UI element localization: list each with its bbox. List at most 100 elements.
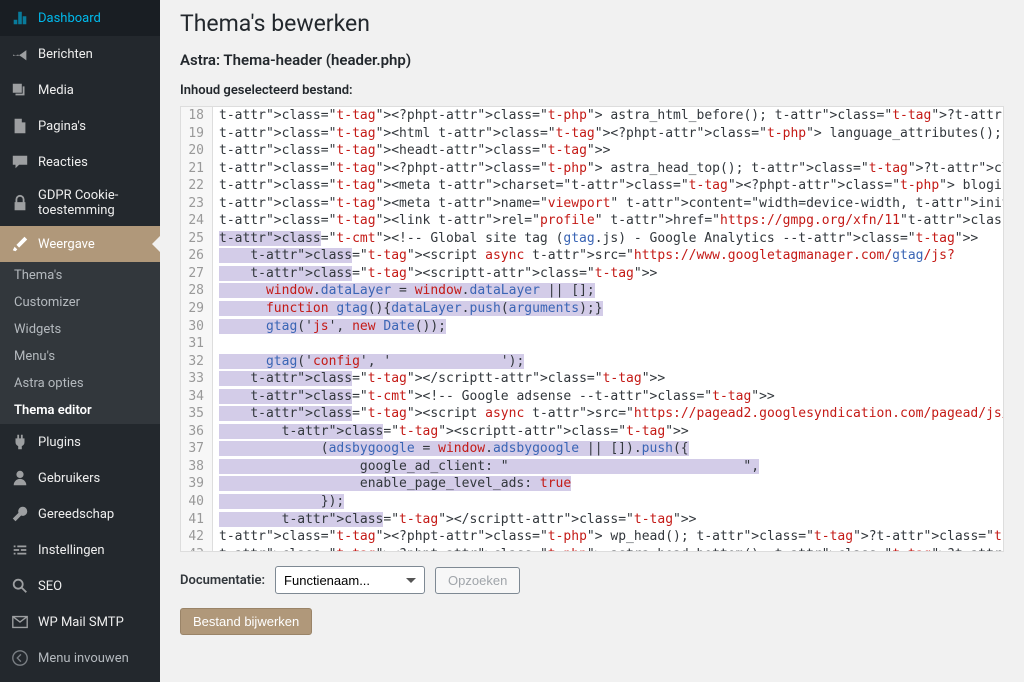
line-number: 20 <box>181 142 213 160</box>
code-content[interactable]: }); <box>213 493 1003 511</box>
code-content[interactable]: t-attr">class="t-tag"><meta t-attr">name… <box>213 195 1004 213</box>
menu-seo[interactable]: SEO <box>0 568 160 604</box>
code-line[interactable]: 31 <box>181 335 1003 353</box>
code-content[interactable]: t-attr">class="t-tag"></scriptt-attr">cl… <box>213 370 1003 388</box>
line-number: 32 <box>181 353 213 371</box>
code-editor[interactable]: 18t-attr">class="t-tag"><?phpt-attr">cla… <box>180 106 1004 552</box>
submenu-menu-s[interactable]: Menu's <box>0 343 160 370</box>
page-icon <box>10 116 30 136</box>
submenu-thema-editor[interactable]: Thema editor <box>0 397 160 424</box>
code-content[interactable]: t-attr">class="t-tag"><headt-attr">class… <box>213 142 1003 160</box>
code-content[interactable]: t-attr">class="t-tag"><script async t-at… <box>213 405 1004 423</box>
line-number: 22 <box>181 177 213 195</box>
line-number: 27 <box>181 265 213 283</box>
code-line[interactable]: 38 google_ad_client: " ", <box>181 458 1003 476</box>
menu-label: Dashboard <box>38 11 150 26</box>
main-content: Thema's bewerken Astra: Thema-header (he… <box>160 0 1024 682</box>
code-content[interactable]: function gtag(){dataLayer.push(arguments… <box>213 300 1003 318</box>
code-line[interactable]: 37 (adsbygoogle = window.adsbygoogle || … <box>181 440 1003 458</box>
menu-reacties[interactable]: Reacties <box>0 144 160 180</box>
code-line[interactable]: 33 t-attr">class="t-tag"></scriptt-attr"… <box>181 370 1003 388</box>
doc-label: Documentatie: <box>180 573 265 588</box>
code-line[interactable]: 29 function gtag(){dataLayer.push(argume… <box>181 300 1003 318</box>
update-file-button[interactable]: Bestand bijwerken <box>180 608 312 635</box>
code-content[interactable]: t-attr">class="t-cmt"><!-- Google adsens… <box>213 388 1003 406</box>
lookup-button[interactable]: Opzoeken <box>435 567 520 594</box>
code-content[interactable]: enable_page_level_ads: true <box>213 475 1003 493</box>
code-line[interactable]: 26 t-attr">class="t-tag"><script async t… <box>181 247 1003 265</box>
code-content[interactable]: t-attr">class="t-tag"><?phpt-attr">class… <box>213 160 1004 178</box>
code-line[interactable]: 30 gtag('js', new Date()); <box>181 318 1003 336</box>
submenu-astra-opties[interactable]: Astra opties <box>0 370 160 397</box>
code-line[interactable]: 28 window.dataLayer = window.dataLayer |… <box>181 282 1003 300</box>
code-line[interactable]: 22t-attr">class="t-tag"><meta t-attr">ch… <box>181 177 1003 195</box>
code-line[interactable]: 19t-attr">class="t-tag"><html t-attr">cl… <box>181 125 1003 143</box>
code-line[interactable]: 34 t-attr">class="t-cmt"><!-- Google ads… <box>181 388 1003 406</box>
line-number: 23 <box>181 195 213 213</box>
menu-pagina-s[interactable]: Pagina's <box>0 108 160 144</box>
submenu-widgets[interactable]: Widgets <box>0 316 160 343</box>
submenu-thema-s[interactable]: Thema's <box>0 262 160 289</box>
code-content[interactable]: (adsbygoogle = window.adsbygoogle || [])… <box>213 440 1003 458</box>
function-select[interactable]: Functienaam... <box>275 566 425 594</box>
user-icon <box>10 468 30 488</box>
code-content[interactable]: t-attr">class="t-tag"><?phpt-attr">class… <box>213 546 1004 552</box>
code-content[interactable] <box>213 335 1003 353</box>
code-content[interactable]: t-attr">class="t-tag"><?phpt-attr">class… <box>213 107 1004 125</box>
mail-icon <box>10 612 30 632</box>
menu-label: Berichten <box>38 47 150 62</box>
code-line[interactable]: 24t-attr">class="t-tag"><link t-attr">re… <box>181 212 1003 230</box>
code-line[interactable]: 41 t-attr">class="t-tag"></scriptt-attr"… <box>181 511 1003 529</box>
code-content[interactable]: gtag('config', ' '); <box>213 353 1003 371</box>
code-line[interactable]: 18t-attr">class="t-tag"><?phpt-attr">cla… <box>181 107 1003 125</box>
menu-weergave[interactable]: Weergave <box>0 226 160 262</box>
code-line[interactable]: 23t-attr">class="t-tag"><meta t-attr">na… <box>181 195 1003 213</box>
menu-gdpr-cookie-toestemming[interactable]: GDPR Cookie-toestemming <box>0 180 160 226</box>
menu-gebruikers[interactable]: Gebruikers <box>0 460 160 496</box>
line-number: 28 <box>181 282 213 300</box>
collapse-icon <box>10 648 30 668</box>
submenu-customizer[interactable]: Customizer <box>0 289 160 316</box>
code-content[interactable]: t-attr">class="t-tag"><script async t-at… <box>213 247 1004 265</box>
menu-media[interactable]: Media <box>0 72 160 108</box>
code-line[interactable]: 36 t-attr">class="t-tag"><scriptt-attr">… <box>181 423 1003 441</box>
menu-instellingen[interactable]: Instellingen <box>0 532 160 568</box>
code-line[interactable]: 39 enable_page_level_ads: true <box>181 475 1003 493</box>
code-content[interactable]: t-attr">class="t-tag"></scriptt-attr">cl… <box>213 511 1003 529</box>
code-content[interactable]: gtag('js', new Date()); <box>213 318 1003 336</box>
documentation-row: Documentatie: Functienaam... Opzoeken <box>180 566 1004 594</box>
menu-gereedschap[interactable]: Gereedschap <box>0 496 160 532</box>
submenu-weergave: Thema'sCustomizerWidgetsMenu'sAstra opti… <box>0 262 160 424</box>
code-content[interactable]: t-attr">class="t-tag"><html t-attr">clas… <box>213 125 1004 143</box>
code-content[interactable]: t-attr">class="t-tag"><meta t-attr">char… <box>213 177 1004 195</box>
code-line[interactable]: 25t-attr">class="t-cmt"><!-- Global site… <box>181 230 1003 248</box>
menu-plugins[interactable]: Plugins <box>0 424 160 460</box>
seo-icon <box>10 576 30 596</box>
code-line[interactable]: 42t-attr">class="t-tag"><?phpt-attr">cla… <box>181 528 1003 546</box>
code-line[interactable]: 32 gtag('config', ' '); <box>181 353 1003 371</box>
code-line[interactable]: 35 t-attr">class="t-tag"><script async t… <box>181 405 1003 423</box>
collapse-menu[interactable]: Menu invouwen <box>0 640 160 676</box>
admin-sidebar: Dashboard Berichten MediaPagina'sReacties G… <box>0 0 160 682</box>
line-number: 34 <box>181 388 213 406</box>
code-content[interactable]: t-attr">class="t-cmt"><!-- Global site t… <box>213 230 1003 248</box>
code-line[interactable]: 27 t-attr">class="t-tag"><scriptt-attr">… <box>181 265 1003 283</box>
code-line[interactable]: 21t-attr">class="t-tag"><?phpt-attr">cla… <box>181 160 1003 178</box>
code-line[interactable]: 43t-attr">class="t-tag"><?phpt-attr">cla… <box>181 546 1003 552</box>
line-number: 31 <box>181 335 213 353</box>
menu-dashboard[interactable]: Dashboard <box>0 0 160 36</box>
line-number: 40 <box>181 493 213 511</box>
code-content[interactable]: t-attr">class="t-tag"><?phpt-attr">class… <box>213 528 1004 546</box>
menu-berichten[interactable]: Berichten <box>0 36 160 72</box>
code-line[interactable]: 20t-attr">class="t-tag"><headt-attr">cla… <box>181 142 1003 160</box>
menu-label: GDPR Cookie-toestemming <box>38 188 150 218</box>
line-number: 19 <box>181 125 213 143</box>
code-content[interactable]: t-attr">class="t-tag"><link t-attr">rel=… <box>213 212 1004 230</box>
code-content[interactable]: google_ad_client: " ", <box>213 458 1003 476</box>
menu-wp-mail-smtp[interactable]: WP Mail SMTP <box>0 604 160 640</box>
code-content[interactable]: window.dataLayer = window.dataLayer || [… <box>213 282 1003 300</box>
code-content[interactable]: t-attr">class="t-tag"><scriptt-attr">cla… <box>213 265 1003 283</box>
code-line[interactable]: 40 }); <box>181 493 1003 511</box>
content-label: Inhoud geselecteerd bestand: <box>180 83 1004 98</box>
code-content[interactable]: t-attr">class="t-tag"><scriptt-attr">cla… <box>213 423 1003 441</box>
